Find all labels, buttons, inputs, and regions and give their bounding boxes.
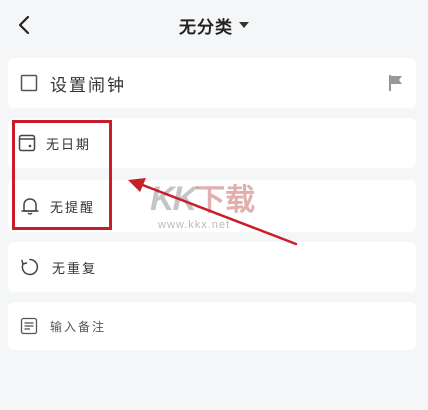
note-placeholder: 输入备注 [50, 319, 107, 334]
watermark: KK下载 www.kkx.net [150, 175, 280, 245]
note-icon [20, 317, 38, 335]
task-detail-page: 无分类 设置闹钟 无日期 无提醒 无重复 输入备注 KK下载 www.kkx.n… [0, 0, 428, 410]
header-bar: 无分类 [0, 0, 428, 50]
watermark-url: www.kkx.net [158, 219, 231, 231]
watermark-logo-cn: 下载 [195, 183, 256, 218]
set-alarm-label: 设置闹钟 [50, 75, 126, 96]
repeat-label: 无重复 [52, 261, 98, 277]
checkbox-icon[interactable] [20, 74, 38, 92]
caret-down-icon [239, 22, 249, 28]
category-selector[interactable]: 无分类 [0, 12, 428, 38]
repeat-card: 无重复 [8, 242, 416, 292]
watermark-logo-text: KK [150, 180, 197, 218]
page-title: 无分类 [179, 17, 233, 38]
repeat-row[interactable]: 无重复 [20, 242, 97, 292]
note-card: 输入备注 [8, 302, 416, 350]
set-alarm-row[interactable]: 设置闹钟 [20, 58, 126, 108]
flag-icon [389, 75, 402, 91]
flag-button[interactable] [388, 74, 404, 96]
alarm-card: 设置闹钟 [8, 58, 416, 108]
repeat-icon [21, 258, 39, 276]
highlight-box [12, 120, 112, 230]
note-input[interactable]: 输入备注 [20, 302, 106, 350]
watermark-logo: KK下载 [150, 175, 255, 219]
